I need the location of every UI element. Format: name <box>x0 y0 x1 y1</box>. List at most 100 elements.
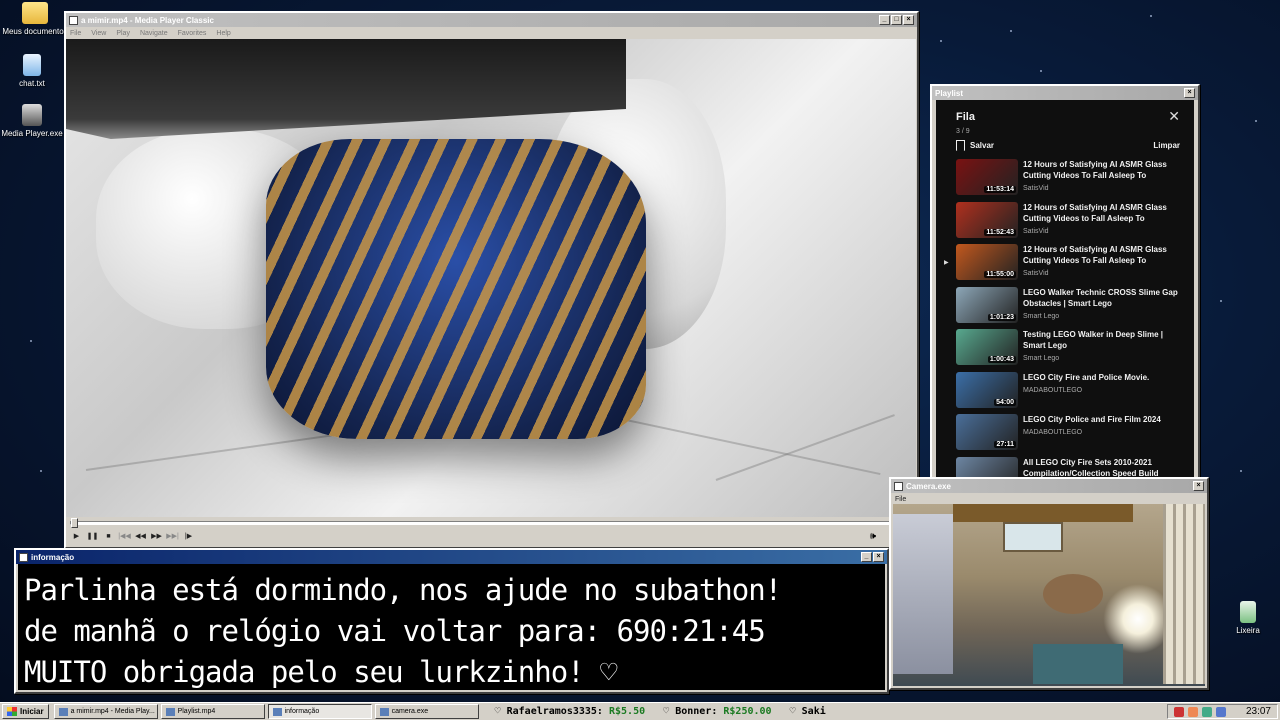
volume-icon[interactable]: 🕪 <box>870 531 876 542</box>
taskbar-item-info[interactable]: informação <box>267 704 372 719</box>
app-icon <box>894 481 903 491</box>
info-titlebar[interactable]: informação _ × <box>16 550 887 564</box>
info-line-1: Parlinha está dormindo, nos ajude no sub… <box>24 573 782 607</box>
close-button[interactable]: × <box>1193 481 1204 491</box>
glass-blade <box>66 39 626 139</box>
previous-icon[interactable]: |◀◀ <box>118 531 131 543</box>
windows-logo-icon <box>7 707 17 716</box>
playlist-window: Playlist × Fila ✕ 3 / 9 Salvar Limpar 11… <box>930 84 1200 484</box>
menu-help[interactable]: Help <box>216 30 230 37</box>
channel-name: MADABOUTLEGO <box>1023 429 1083 436</box>
video-thumbnail[interactable]: 27:11 <box>956 414 1018 450</box>
info-message: Parlinha está dormindo, nos ajude no sub… <box>18 564 885 690</box>
video-thumbnail[interactable]: 1:00:43 <box>956 329 1018 365</box>
channel-name: SatisVid <box>1023 270 1049 277</box>
minimize-button[interactable]: _ <box>861 552 872 562</box>
playlist-item[interactable]: 11:52:43 12 Hours of Satisfying AI ASMR G… <box>956 201 1180 245</box>
app-icon <box>19 552 28 562</box>
fast-forward-icon[interactable]: ▶▶ <box>150 531 163 543</box>
video-thumbnail[interactable]: 1:01:23 <box>956 286 1018 323</box>
desktop-icon-documents[interactable]: Meus documentos <box>0 2 70 36</box>
video-title: All LEGO City Fire Sets 2010-2021 Compil… <box>1023 457 1159 478</box>
documents-folder-icon <box>22 2 48 24</box>
play-icon[interactable]: ▶ <box>70 531 83 543</box>
seek-bar[interactable] <box>70 518 910 528</box>
window-icon <box>165 707 175 716</box>
channel-name: Smart Lego <box>1023 355 1060 362</box>
info-line-2: de manhã o relógio vai voltar para: 690:… <box>24 614 766 648</box>
maximize-button[interactable]: □ <box>891 15 902 25</box>
minimize-button[interactable]: _ <box>879 15 890 25</box>
playlist-item[interactable]: 1:01:23 LEGO Walker Technic CROSS Slime G… <box>956 286 1180 330</box>
menu-navigate[interactable]: Navigate <box>140 30 168 37</box>
window-icon <box>379 707 389 716</box>
menu-view[interactable]: View <box>91 30 106 37</box>
video-thumbnail[interactable]: 11:52:43 <box>956 201 1018 238</box>
recycle-bin-icon <box>1240 601 1256 623</box>
menu-file[interactable]: File <box>70 30 81 37</box>
playlist-list: 11:53:14 12 Hours of Satisfying AI ASMR G… <box>944 159 1180 482</box>
frame-step-icon[interactable]: |▶ <box>182 531 195 543</box>
text-file-icon <box>23 54 41 76</box>
media-player-titlebar[interactable]: a mimir.mp4 - Media Player Classic _ □ × <box>66 13 917 27</box>
close-button[interactable]: × <box>903 15 914 25</box>
menu-bar: File View Play Navigate Favorites Help <box>66 27 917 39</box>
menu-play[interactable]: Play <box>116 30 130 37</box>
playlist-item[interactable]: ▶ 11:55:00 12 Hours of Satisfying AI ASMR … <box>944 244 1180 287</box>
save-button[interactable]: Salvar <box>956 140 994 151</box>
video-thumbnail[interactable]: 54:00 <box>956 371 1018 408</box>
video-thumbnail[interactable]: 11:53:14 <box>956 159 1018 195</box>
system-tray: 23:07 <box>1166 704 1278 719</box>
playlist-item[interactable]: 11:53:14 12 Hours of Satisfying AI ASMR G… <box>956 159 1180 202</box>
taskbar-item-camera[interactable]: camera.exe <box>374 704 479 719</box>
playlist-item[interactable]: 1:00:43 Testing LEGO Walker in Deep Slime… <box>956 329 1180 372</box>
video-thumbnail[interactable]: 11:55:00 <box>956 244 1018 280</box>
duration-badge: 1:01:23 <box>987 313 1016 321</box>
next-icon[interactable]: ▶▶| <box>166 531 179 543</box>
close-button[interactable]: × <box>1184 88 1195 98</box>
taskbar-item-media-player[interactable]: a mimir.mp4 - Media Play... <box>53 704 158 719</box>
camera-titlebar[interactable]: Camera.exe × <box>891 479 1207 493</box>
playlist-item[interactable]: 27:11 LEGO City Police and Fire Film 2024… <box>956 414 1180 457</box>
camera-feed <box>893 504 1205 686</box>
playlist-titlebar[interactable]: Playlist × <box>932 86 1198 100</box>
desktop-icon-chat[interactable]: chat.txt <box>0 54 67 88</box>
video-title: LEGO City Police and Fire Film 2024 <box>1023 415 1161 424</box>
start-button[interactable]: Iniciar <box>2 704 49 719</box>
bookmark-icon <box>956 140 965 151</box>
menu-file[interactable]: File <box>895 496 906 503</box>
playlist-panel: Fila ✕ 3 / 9 Salvar Limpar 11:53:14 12 Ho… <box>936 100 1194 482</box>
clock[interactable]: 23:07 <box>1246 706 1271 717</box>
menu-favorites[interactable]: Favorites <box>178 30 207 37</box>
video-frame[interactable] <box>66 39 916 517</box>
tray-icon-1[interactable] <box>1173 706 1184 717</box>
close-icon[interactable]: ✕ <box>1168 108 1180 125</box>
duration-badge: 11:53:14 <box>984 186 1016 193</box>
now-playing-icon: ▶ <box>944 260 949 266</box>
seek-thumb[interactable] <box>71 518 78 528</box>
playlist-item[interactable]: 54:00 LEGO City Fire and Police Movie. MAD… <box>956 371 1180 415</box>
media-player-window: a mimir.mp4 - Media Player Classic _ □ ×… <box>64 11 919 549</box>
info-line-3: MUITO obrigada pelo seu lurkzinho! ♡ <box>24 655 618 689</box>
clear-button[interactable]: Limpar <box>1153 141 1180 150</box>
app-icon <box>69 15 78 25</box>
window-icon <box>58 707 68 716</box>
pause-icon[interactable]: ❚❚ <box>86 531 99 543</box>
close-button[interactable]: × <box>873 552 884 562</box>
duration-badge: 11:52:43 <box>984 228 1016 236</box>
tray-icon-3[interactable] <box>1201 706 1212 717</box>
tray-icon-4[interactable] <box>1215 706 1226 717</box>
video-title: Testing LEGO Walker in Deep Slime | Smar… <box>1023 330 1164 350</box>
tray-icon-2[interactable] <box>1187 706 1198 717</box>
desktop-icon-recycle-bin[interactable]: Lixeira <box>1213 601 1280 635</box>
video-title: 12 Hours of Satisfying AI ASMR Glass Cut… <box>1023 160 1167 180</box>
stop-icon[interactable]: ■ <box>102 531 115 543</box>
camera-window: Camera.exe × File <box>889 477 1209 690</box>
duration-badge: 54:00 <box>994 398 1016 406</box>
taskbar: Iniciar a mimir.mp4 - Media Play... Play… <box>0 702 1280 720</box>
duration-badge: 1:00:43 <box>987 356 1016 363</box>
rewind-icon[interactable]: ◀◀ <box>134 531 147 543</box>
desktop-icon-media-player[interactable]: Media Player.exe <box>0 104 67 138</box>
channel-name: SatisVid <box>1023 227 1049 235</box>
taskbar-item-playlist[interactable]: Playlist.mp4 <box>160 704 265 719</box>
